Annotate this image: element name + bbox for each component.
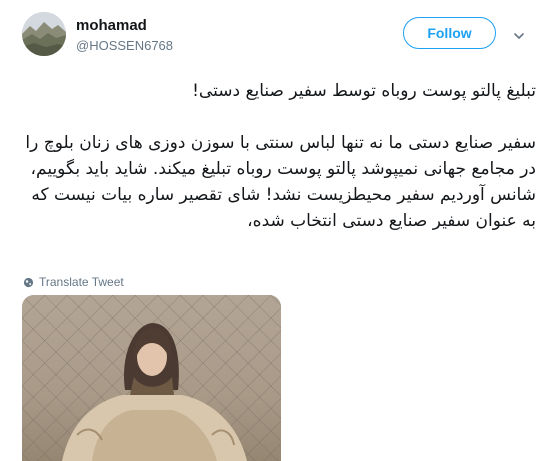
- user-handle[interactable]: @HOSSEN6768: [76, 38, 173, 53]
- translate-label: Translate Tweet: [39, 275, 124, 289]
- translate-tweet-link[interactable]: Translate Tweet: [23, 275, 124, 289]
- tweet-header: mohamad @HOSSEN6768 Follow: [0, 0, 556, 70]
- tweet-body: سفیر صنایع دستی ما نه تنها لباس سنتی با …: [25, 133, 536, 231]
- tweet-title: تبلیغ پالتو پوست روباه توسط سفیر صنایع د…: [192, 81, 536, 101]
- photo-image: [22, 295, 281, 461]
- avatar[interactable]: [22, 12, 66, 56]
- chevron-down-icon[interactable]: [512, 28, 526, 42]
- tweet-photo[interactable]: [22, 295, 281, 461]
- globe-icon: [23, 277, 34, 287]
- avatar-image: [22, 12, 66, 56]
- tweet-text: تبلیغ پالتو پوست روباه توسط سفیر صنایع د…: [22, 78, 536, 234]
- follow-button[interactable]: Follow: [403, 17, 496, 49]
- user-name[interactable]: mohamad: [76, 17, 147, 34]
